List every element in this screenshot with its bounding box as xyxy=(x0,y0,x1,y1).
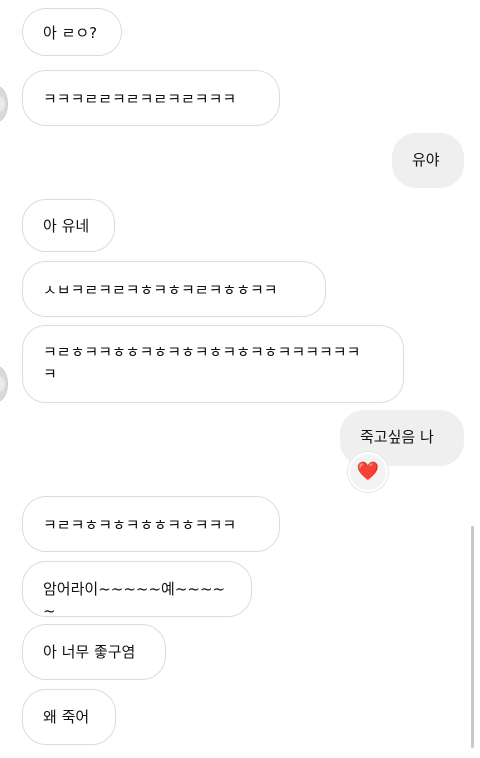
incoming-message-bubble[interactable]: ㅋㄹㅎㅋㅋㅎㅎㅋㅎㅋㅎㅋㅎㅋㅎㅋㅎㅋㅋㅋㅋㅋㅋ ㅋ xyxy=(22,325,404,403)
avatar[interactable] xyxy=(0,366,8,402)
incoming-message-bubble[interactable]: 아 ㄹㅇ? xyxy=(22,8,122,56)
outgoing-message-bubble[interactable]: 유야 xyxy=(392,133,464,188)
incoming-message-bubble[interactable]: ㅅㅂㅋㄹㅋㄹㅋㅎㅋㅎㅋㄹㅋㅎㅎㅋㅋ xyxy=(22,261,326,317)
avatar[interactable] xyxy=(0,86,8,122)
chat-thread: 아 ㄹㅇ? ㅋㅋㅋㄹㄹㅋㄹㅋㄹㅋㄹㅋㅋㅋ 유야 아 유네 ㅅㅂㅋㄹㅋㄹㅋㅎㅋㅎㅋ… xyxy=(0,0,480,758)
heart-reaction-icon[interactable]: ❤️ xyxy=(348,452,388,492)
incoming-message-bubble[interactable]: ㅋㄹㅋㅎㅋㅎㅋㅎㅎㅋㅎㅋㅋㅋ xyxy=(22,496,280,552)
heart-icon: ❤️ xyxy=(356,461,380,482)
scrollbar[interactable] xyxy=(471,526,474,748)
incoming-message-bubble[interactable]: 아 너무 좋구염 xyxy=(22,624,166,680)
incoming-message-bubble[interactable]: ㅋㅋㅋㄹㄹㅋㄹㅋㄹㅋㄹㅋㅋㅋ xyxy=(22,70,280,126)
incoming-message-bubble[interactable]: 암어라이~~~~~예~~~~~ xyxy=(22,561,252,620)
incoming-message-bubble[interactable]: 왜 죽어 xyxy=(22,689,116,745)
incoming-message-bubble[interactable]: 아 유네 xyxy=(22,199,115,252)
